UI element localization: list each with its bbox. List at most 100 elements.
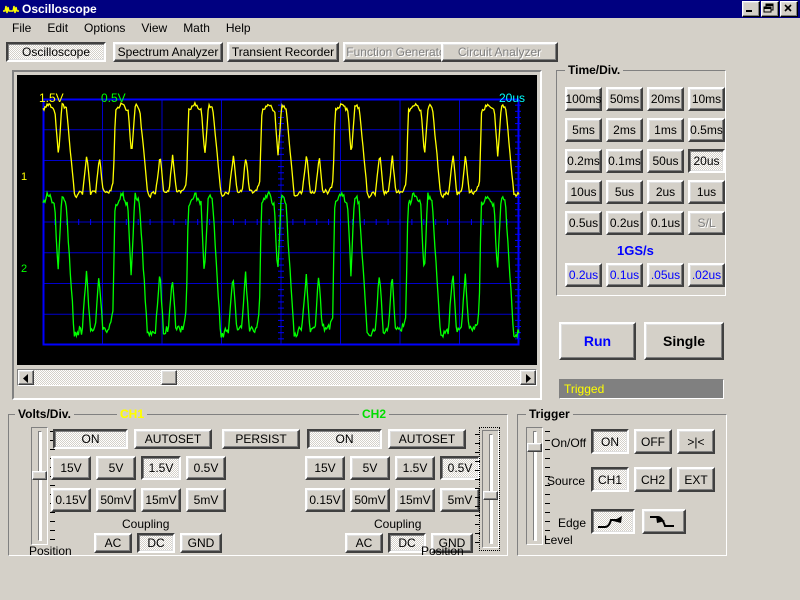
ch2-slider-track[interactable]	[482, 430, 499, 548]
minimize-icon[interactable]	[742, 1, 760, 17]
ch2-range-5V[interactable]: 5V	[350, 456, 390, 480]
timediv-button-2ms[interactable]: 2ms	[606, 118, 643, 142]
ch1-coupling-label: Coupling	[122, 517, 170, 531]
trigger-status-text: Trigged	[564, 382, 605, 396]
ch1-range-0.5V[interactable]: 0.5V	[186, 456, 226, 480]
timediv-button-0.1ms[interactable]: 0.1ms	[606, 149, 643, 173]
scrollbar-thumb[interactable]	[161, 370, 177, 385]
sample-rate-label: 1GS/s	[617, 243, 654, 258]
menu-edit[interactable]: Edit	[39, 19, 76, 37]
ch1-slider-groove	[38, 431, 42, 541]
trigger-center-button[interactable]: >|<	[677, 429, 715, 454]
trigger-on-button[interactable]: ON	[591, 429, 629, 454]
mode-button-function-generator: Function Generator	[343, 42, 453, 62]
ch2-range-50mV[interactable]: 50mV	[350, 488, 390, 512]
timediv-button-5ms[interactable]: 5ms	[565, 118, 602, 142]
ch1-coupling-gnd[interactable]: GND	[180, 533, 222, 553]
fast-timediv-button-.02us[interactable]: .02us	[688, 263, 725, 287]
ch2-autoset-button[interactable]: AUTOSET	[388, 429, 466, 449]
ch2-range-15mV[interactable]: 15mV	[395, 488, 435, 512]
ch1-range-5mV[interactable]: 5mV	[186, 488, 226, 512]
ch1-range-15V[interactable]: 15V	[51, 456, 91, 480]
ch2-title: CH2	[359, 407, 390, 421]
timediv-button-2us[interactable]: 2us	[647, 180, 684, 204]
ch2-on-button[interactable]: ON	[307, 429, 382, 449]
timediv-button-50ms[interactable]: 50ms	[606, 87, 643, 111]
trigger-falling-edge-icon[interactable]	[642, 509, 686, 534]
restore-icon[interactable]	[761, 1, 779, 17]
fast-timediv-button-0.1us[interactable]: 0.1us	[606, 263, 643, 287]
single-button[interactable]: Single	[644, 322, 724, 360]
timediv-button-0.5ms[interactable]: 0.5ms	[688, 118, 725, 142]
scope-ch1-volts-label: 1.5V	[39, 91, 64, 105]
ch1-autoset-button[interactable]: AUTOSET	[134, 429, 212, 449]
timediv-button-1us[interactable]: 1us	[688, 180, 725, 204]
trigger-off-button[interactable]: OFF	[634, 429, 672, 454]
mode-button-oscilloscope[interactable]: Oscilloscope	[6, 42, 106, 62]
title-bar: Oscilloscope	[0, 0, 800, 18]
timediv-button-0.2us[interactable]: 0.2us	[606, 211, 643, 235]
trigger-group: Trigger Level On/Off ON OFF >|< Source C…	[517, 407, 727, 556]
ch1-slider-thumb[interactable]	[32, 471, 47, 480]
timediv-button-10ms[interactable]: 10ms	[688, 87, 725, 111]
menu-file[interactable]: File	[4, 19, 39, 37]
timediv-button-5us[interactable]: 5us	[606, 180, 643, 204]
timediv-button-0.1us[interactable]: 0.1us	[647, 211, 684, 235]
ch2-range-1.5V[interactable]: 1.5V	[395, 456, 435, 480]
mode-button-spectrum-analyzer[interactable]: Spectrum Analyzer	[113, 42, 223, 62]
trigger-slider-thumb[interactable]	[527, 443, 542, 452]
waveform-icon	[2, 2, 20, 16]
menu-options[interactable]: Options	[76, 19, 133, 37]
timediv-button-0.5us[interactable]: 0.5us	[565, 211, 602, 235]
ch1-slider-track[interactable]	[31, 427, 48, 545]
scrollbar-track[interactable]	[34, 370, 520, 385]
scope-horizontal-scrollbar[interactable]	[17, 369, 537, 386]
ch2-range-0.15V[interactable]: 0.15V	[305, 488, 345, 512]
fast-timediv-button-.05us[interactable]: .05us	[647, 263, 684, 287]
scroll-left-icon[interactable]	[18, 370, 34, 385]
ch1-coupling-dc[interactable]: DC	[137, 533, 175, 553]
timediv-button-0.2ms[interactable]: 0.2ms	[565, 149, 602, 173]
timediv-button-10us[interactable]: 10us	[565, 180, 602, 204]
menu-math[interactable]: Math	[175, 19, 218, 37]
scope-screen[interactable]: 1.5V 0.5V 20us 1 2	[17, 75, 537, 365]
trigger-rising-edge-icon[interactable]	[591, 509, 635, 534]
timediv-button-20us[interactable]: 20us	[688, 149, 725, 173]
scope-ch2-marker[interactable]: 2	[21, 263, 27, 275]
trigger-level-slider[interactable]	[526, 427, 550, 545]
ch1-coupling-ac[interactable]: AC	[94, 533, 132, 553]
trigger-source-label: Source	[547, 474, 586, 488]
scroll-right-icon[interactable]	[520, 370, 536, 385]
trigger-level-label: Level	[544, 533, 573, 547]
ch2-slider-thumb[interactable]	[483, 491, 498, 500]
ch1-range-50mV[interactable]: 50mV	[96, 488, 136, 512]
run-button[interactable]: Run	[559, 322, 636, 360]
timediv-button-1ms[interactable]: 1ms	[647, 118, 684, 142]
ch1-range-0.15V[interactable]: 0.15V	[51, 488, 91, 512]
timediv-button-50us[interactable]: 50us	[647, 149, 684, 173]
timediv-group: Time/Div. 100ms 50ms 20ms 10ms 5ms 2ms 1…	[556, 63, 726, 296]
timediv-button-100ms[interactable]: 100ms	[565, 87, 602, 111]
ch2-range-15V[interactable]: 15V	[305, 456, 345, 480]
trigger-status-box: Trigged	[559, 379, 724, 399]
close-icon[interactable]	[780, 1, 798, 17]
ch1-range-5V[interactable]: 5V	[96, 456, 136, 480]
menu-view[interactable]: View	[133, 19, 175, 37]
trigger-source-ext[interactable]: EXT	[677, 467, 715, 492]
mode-button-transient-recorder[interactable]: Transient Recorder	[227, 42, 339, 62]
ch1-range-1.5V[interactable]: 1.5V	[141, 456, 181, 480]
persist-button[interactable]: PERSIST	[222, 429, 300, 449]
trigger-source-ch1[interactable]: CH1	[591, 467, 629, 492]
ch2-position-slider[interactable]	[475, 427, 500, 551]
ch1-position-slider[interactable]	[31, 427, 55, 545]
ch2-coupling-ac[interactable]: AC	[345, 533, 383, 553]
scope-ch1-marker[interactable]: 1	[21, 171, 27, 183]
trigger-source-ch2[interactable]: CH2	[634, 467, 672, 492]
trigger-title: Trigger	[526, 407, 573, 421]
ch1-on-button[interactable]: ON	[53, 429, 128, 449]
mode-button-circuit-analyzer: Circuit Analyzer	[441, 42, 558, 62]
timediv-button-20ms[interactable]: 20ms	[647, 87, 684, 111]
menu-help[interactable]: Help	[218, 19, 259, 37]
ch1-range-15mV[interactable]: 15mV	[141, 488, 181, 512]
fast-timediv-button-0.2us[interactable]: 0.2us	[565, 263, 602, 287]
